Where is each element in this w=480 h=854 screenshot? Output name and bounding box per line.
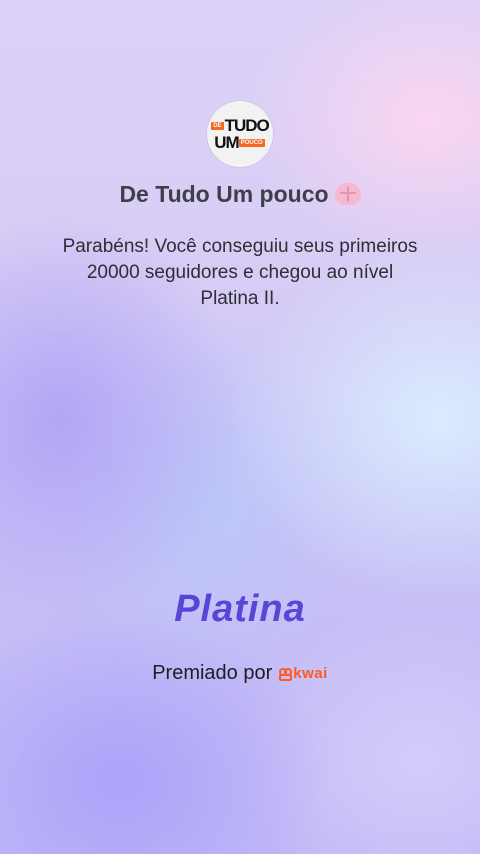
kwai-logo-icon: [279, 667, 293, 681]
congrats-message: Parabéns! Você conseguiu seus primeiros …: [62, 236, 418, 309]
kwai-brand-text: kwai: [293, 665, 328, 682]
channel-title: De Tudo Um pouco: [0, 181, 480, 208]
awarded-by: Premiado por kwai: [0, 662, 480, 685]
logo-row-bottom: UM POUCO: [214, 134, 265, 151]
brain-icon: [334, 183, 361, 205]
logo-row-top: DE TUDO: [211, 116, 270, 135]
channel-logo: DE TUDO UM POUCO: [207, 101, 273, 167]
logo-tudo-text: TUDO: [224, 116, 270, 135]
level-name: Platina: [174, 588, 306, 630]
channel-name: De Tudo Um pouco: [119, 181, 329, 207]
awarded-by-label: Premiado por: [152, 662, 273, 684]
logo-de-text: DE: [211, 121, 224, 130]
logo-um-text: UM: [214, 133, 239, 152]
logo-pouco-text: POUCO: [238, 138, 265, 147]
